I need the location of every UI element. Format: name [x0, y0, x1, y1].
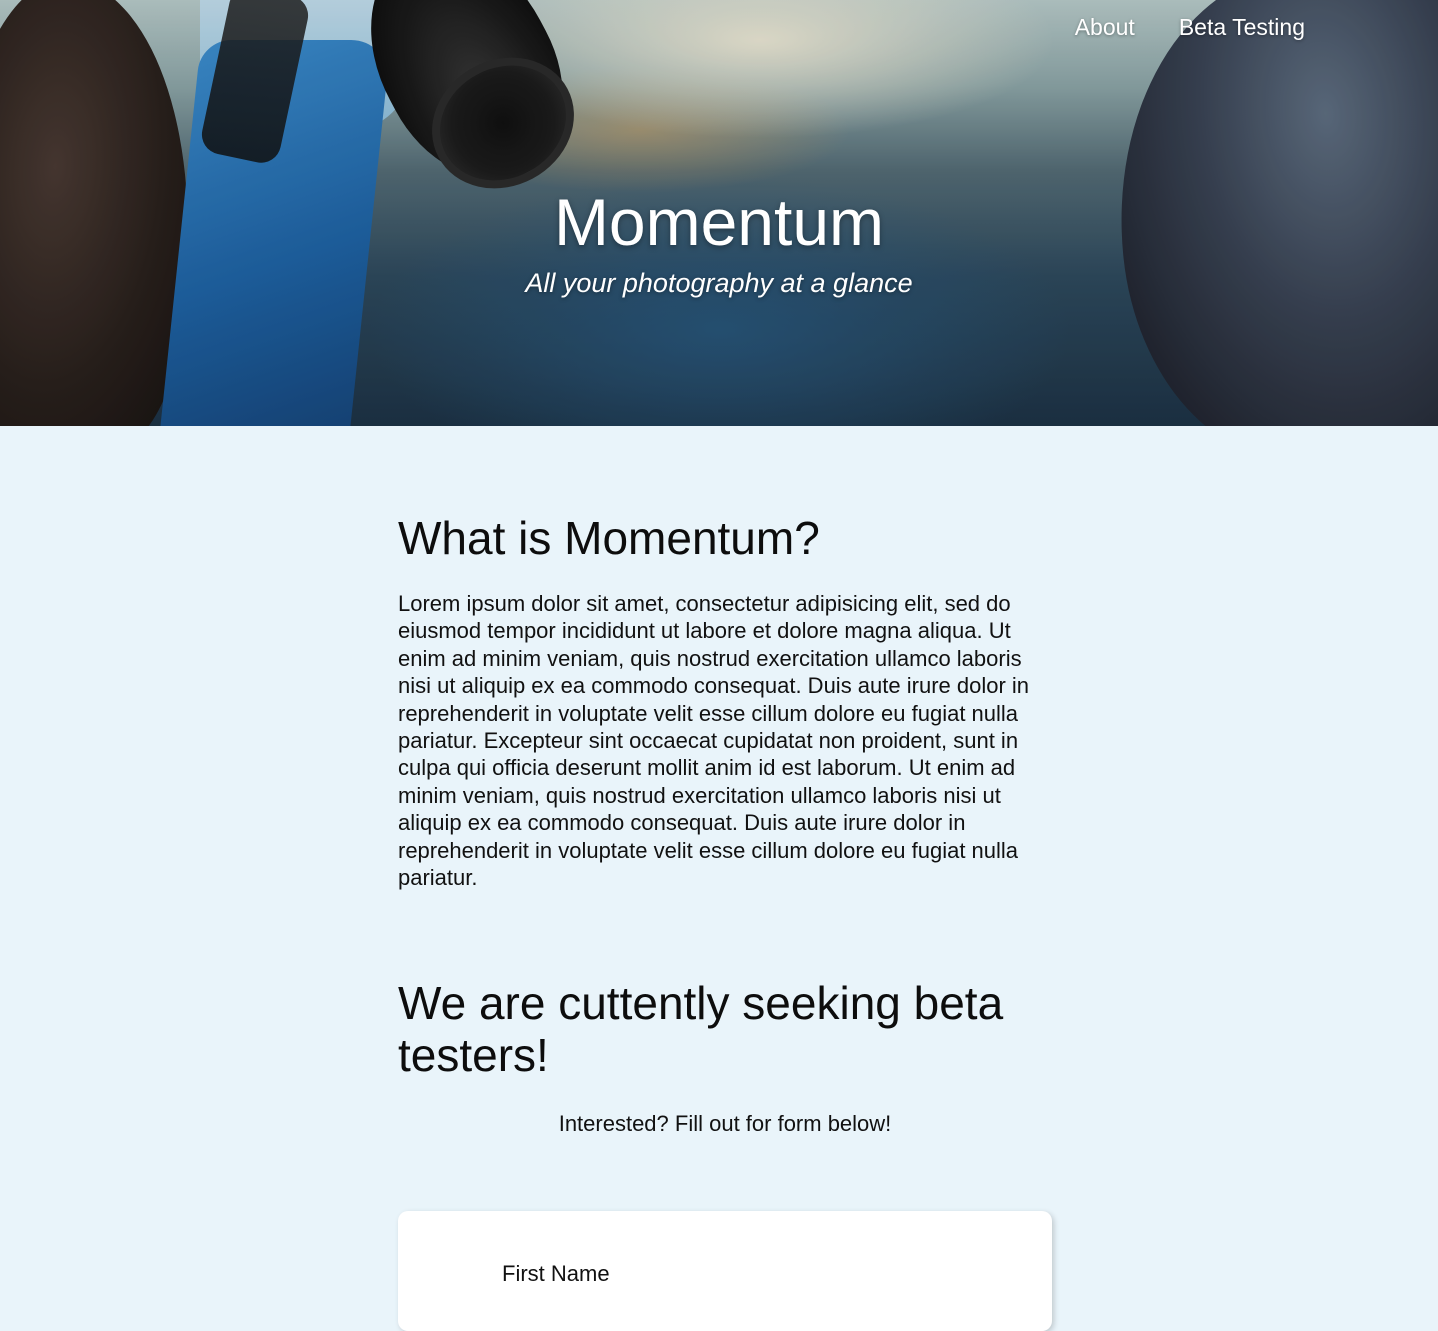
first-name-label: First Name	[502, 1261, 610, 1286]
about-body: Lorem ipsum dolor sit amet, consectetur …	[398, 591, 1030, 891]
about-section: What is Momentum? Lorem ipsum dolor sit …	[398, 512, 1052, 891]
beta-cta-text: Interested? Fill out for form below!	[558, 1111, 892, 1137]
beta-signup-form: First Name	[398, 1211, 1052, 1331]
hero-subtitle: All your photography at a glance	[525, 268, 913, 298]
nav-link-about[interactable]: About	[1075, 14, 1135, 41]
about-heading: What is Momentum?	[398, 512, 820, 564]
top-nav: About Beta Testing	[1075, 14, 1305, 41]
main-content: What is Momentum? Lorem ipsum dolor sit …	[398, 426, 1052, 1137]
hero-banner: About Beta Testing Momentum All your pho…	[0, 0, 1438, 426]
beta-section: We are cuttently seeking beta testers! I…	[398, 977, 1052, 1137]
hero-title: Momentum	[553, 185, 885, 259]
beta-heading: We are cuttently seeking beta testers!	[398, 977, 1004, 1082]
nav-link-beta-testing[interactable]: Beta Testing	[1179, 14, 1305, 41]
